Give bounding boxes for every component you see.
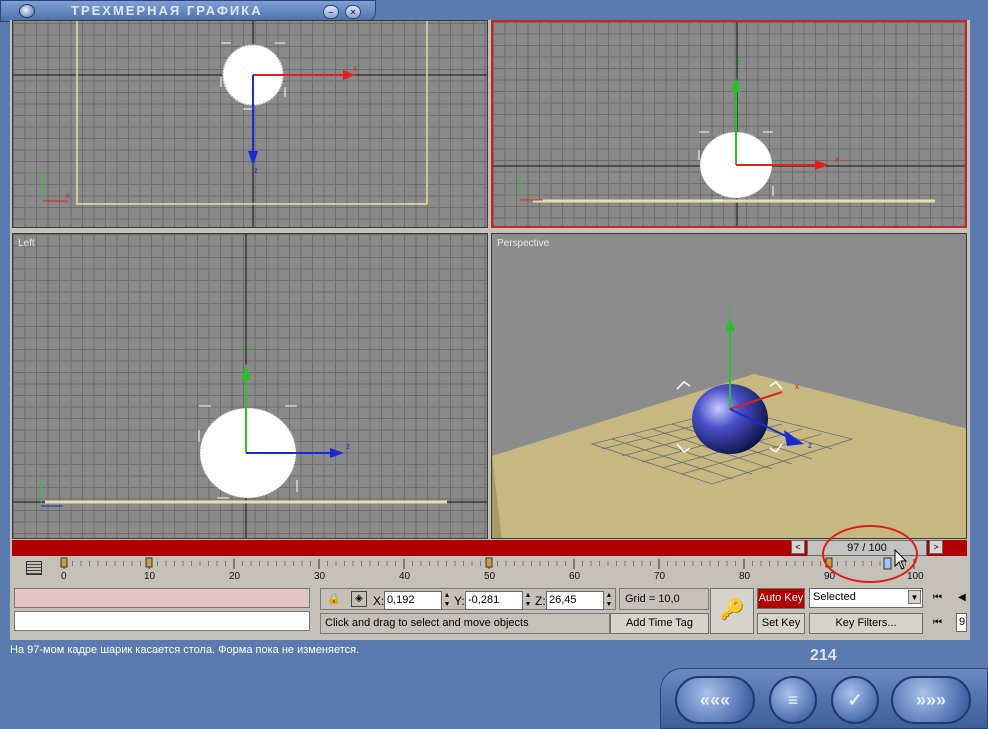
chevron-down-icon[interactable]: ▼ [908,590,921,604]
keyframe-markers[interactable] [60,557,892,570]
dropdown-value: Selected [813,591,856,603]
window-title: ТРЕХМЕРНАЯ ГРАФИКА [71,3,263,18]
forward-button[interactable]: »»» [891,676,971,724]
app-icon[interactable] [19,4,35,18]
tick-label: 10 [144,571,156,582]
status-panel: 🔒 ◈ X: 0,192 ▲ ▼ Y: -0,281 ▲ ▼ Z: 26,45 ▲ ▼… [12,586,967,638]
grid-display: Grid = 10,0 [619,588,709,610]
maxscript-listener-output[interactable] [14,588,310,608]
lock-icon[interactable]: 🔒 [327,592,341,605]
tick-label: 50 [484,571,496,582]
svg-text:y: y [737,56,742,66]
set-key-button[interactable]: Set Key [757,613,805,634]
svg-text:z: z [254,166,258,175]
minimize-button[interactable]: – [323,5,339,19]
x-spinner-icon[interactable]: ▲ ▼ [443,591,451,610]
prompt-line: Click and drag to select and move object… [320,613,610,634]
tick-label: 70 [654,571,666,582]
tick-label: 60 [569,571,581,582]
application-window: ТРЕХМЕРНАЯ ГРАФИКА – × x z x z y x Left … [0,0,988,729]
svg-text:x: x [66,191,70,200]
mouse-cursor-icon [894,549,908,570]
z-coordinate-field[interactable]: 26,45 [546,591,604,610]
viewport-front-scene: y x [493,22,965,226]
maxscript-listener-input[interactable] [14,611,310,631]
svg-text:x: x [835,155,839,164]
close-button[interactable]: × [345,5,361,19]
z-spinner-icon[interactable]: ▲ ▼ [605,591,613,610]
tick-label: 80 [739,571,751,582]
key-mode-icon[interactable]: ⏮ [933,617,942,628]
viewport-top[interactable]: x z x z [12,20,488,228]
next-frame-button[interactable]: > [929,540,943,554]
tick-label: 40 [399,571,411,582]
x-label: X: [373,594,385,608]
x-coordinate-field[interactable]: 0,192 [384,591,442,610]
navigation-panel: ««« ≡ ✓ »»» [660,668,988,729]
key-filters-button[interactable]: Key Filters... [809,613,923,634]
svg-text:y: y [247,341,252,351]
y-spinner-icon[interactable]: ▲ ▼ [524,591,532,610]
add-time-tag-button[interactable]: Add Time Tag [610,613,709,634]
go-to-start-icon[interactable]: ⏮ [933,592,942,603]
previous-frame-icon[interactable]: ◀ [958,592,966,603]
viewport-front[interactable]: y x [491,20,967,228]
viewport-perspective-scene: y x z [492,304,966,538]
absolute-mode-icon[interactable]: ◈ [351,591,367,607]
z-label: Z: [535,594,546,608]
check-button[interactable]: ✓ [831,676,879,724]
back-button[interactable]: ««« [675,676,755,724]
svg-text:z: z [808,441,812,450]
key-icon[interactable]: 🔑 [710,588,754,634]
svg-text:x: x [795,382,799,391]
svg-text:x: x [353,64,357,73]
transform-type-in: 🔒 ◈ X: 0,192 ▲ ▼ Y: -0,281 ▲ ▼ Z: 26,45 ▲ ▼ [320,588,616,610]
tick-label: 100 [907,571,924,582]
prev-frame-button[interactable]: < [791,540,805,554]
viewport-perspective[interactable]: Perspective y x z [491,233,967,539]
y-coordinate-field[interactable]: -0,281 [465,591,523,610]
auto-key-button[interactable]: Auto Key [757,588,805,609]
svg-text:z: z [39,164,43,173]
tick-label: 20 [229,571,241,582]
y-label: Y: [454,594,465,608]
tick-label: 30 [314,571,326,582]
page-number: 214 [810,647,837,664]
current-frame-field[interactable]: 97 [956,613,967,632]
menu-button[interactable]: ≡ [769,676,817,724]
viewport-top-scene: x z x z [13,21,487,227]
viewport-left-scene: y z [13,234,487,538]
tick-label: 0 [61,571,67,582]
svg-text:y: y [728,304,733,314]
lesson-caption: На 97-мом кадре шарик касается стола. Фо… [10,644,360,656]
title-bar: ТРЕХМЕРНАЯ ГРАФИКА – × [0,0,376,22]
svg-text:z: z [346,442,350,451]
key-set-dropdown[interactable]: Selected ▼ [809,588,923,608]
viewport-left[interactable]: Left y z [12,233,488,539]
